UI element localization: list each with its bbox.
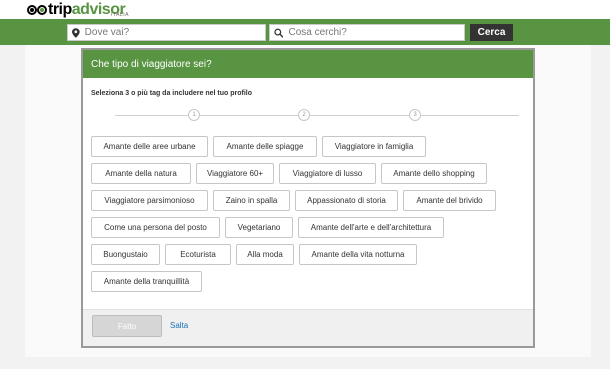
tag-button[interactable]: Vegetariano xyxy=(225,217,293,238)
top-header: tripadvisor ITALIA xyxy=(0,0,610,19)
tag-button[interactable]: Viaggiatore parsimonioso xyxy=(91,190,208,211)
tag-button[interactable]: Viaggiatore 60+ xyxy=(196,163,274,184)
step-2: 2 xyxy=(298,109,310,121)
search-icon xyxy=(274,28,284,38)
tag-button[interactable]: Amante delle aree urbane xyxy=(91,136,208,157)
traveler-type-modal: Che tipo di viaggiatore sei? Seleziona 3… xyxy=(81,48,535,348)
tag-button[interactable]: Amante dell'arte e dell'architettura xyxy=(298,217,444,238)
search-button[interactable]: Cerca xyxy=(470,24,513,41)
tag-button[interactable]: Buongustaio xyxy=(91,244,160,265)
tag-button[interactable]: Viaggiatore in famiglia xyxy=(322,136,426,157)
tag-button[interactable]: Amante della natura xyxy=(91,163,191,184)
tag-button[interactable]: Come una persona del posto xyxy=(91,217,220,238)
query-field[interactable] xyxy=(269,24,465,41)
logo-region: ITALIA xyxy=(111,12,129,18)
tag-button[interactable]: Zaino in spalla xyxy=(213,190,290,211)
destination-input[interactable] xyxy=(79,27,265,38)
location-pin-icon xyxy=(72,27,80,38)
tag-button[interactable]: Amante delle spiagge xyxy=(213,136,317,157)
step-3: 3 xyxy=(409,109,421,121)
modal-title: Che tipo di viaggiatore sei? xyxy=(83,50,533,78)
tag-button[interactable]: Alla moda xyxy=(236,244,294,265)
modal-subtitle: Seleziona 3 o più tag da includere nel t… xyxy=(91,90,253,97)
query-input[interactable] xyxy=(283,27,464,38)
search-bar: Cerca xyxy=(0,19,610,45)
owl-eyes-icon xyxy=(27,4,47,15)
destination-field[interactable] xyxy=(67,24,266,41)
tag-button[interactable]: Viaggiatore di lusso xyxy=(279,163,376,184)
tag-button[interactable]: Appassionato di storia xyxy=(295,190,398,211)
progress-steps: 1 2 3 xyxy=(115,109,519,121)
tag-button[interactable]: Amante della vita notturna xyxy=(299,244,417,265)
modal-footer: Fatto Salta xyxy=(83,309,533,346)
tag-button[interactable]: Ecoturista xyxy=(165,244,231,265)
skip-link[interactable]: Salta xyxy=(170,321,188,330)
progress-line xyxy=(115,115,519,116)
tag-button[interactable]: Amante della tranquillità xyxy=(91,271,202,292)
tag-button[interactable]: Amante del brivido xyxy=(403,190,496,211)
tag-button[interactable]: Amante dello shopping xyxy=(381,163,487,184)
done-button[interactable]: Fatto xyxy=(92,315,162,337)
step-1: 1 xyxy=(188,109,200,121)
